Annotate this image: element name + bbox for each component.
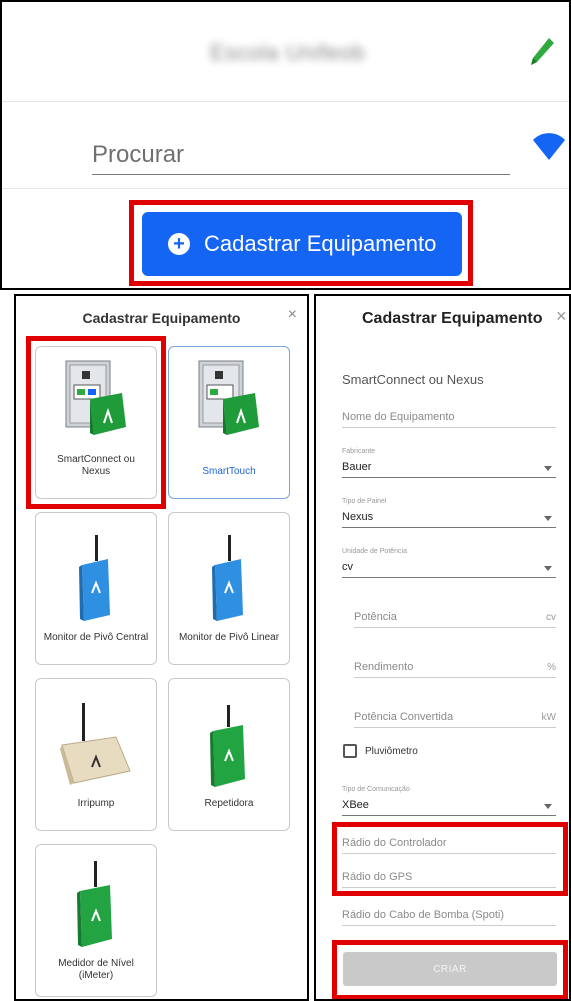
irripump-device-icon — [60, 703, 131, 785]
close-icon[interactable]: × — [288, 306, 297, 324]
card-irripump[interactable]: Irripump — [35, 678, 157, 831]
card-label: Irripump — [77, 798, 115, 809]
smarttouch-panel-icon — [198, 360, 259, 435]
radio-gps-placeholder: Rádio do GPS — [342, 871, 413, 883]
register-highlight: + Cadastrar Equipamento — [129, 200, 473, 286]
radio-controlador-placeholder: Rádio do Controlador — [342, 837, 447, 849]
potencia-unit: cv — [546, 612, 556, 623]
school-name: Escola Unifeob — [210, 40, 365, 65]
smartconnect-panel-icon — [65, 360, 126, 435]
search-input[interactable] — [92, 135, 510, 175]
chevron-down-icon — [544, 566, 552, 571]
pluviometro-checkbox[interactable]: Pluviômetro — [343, 744, 418, 758]
equipment-name-placeholder: Nome do Equipamento — [342, 411, 455, 423]
dialog-title: Cadastrar Equipamento — [82, 310, 241, 326]
fabricante-label: Fabricante — [342, 448, 376, 455]
rendimento-placeholder: Rendimento — [354, 661, 414, 673]
rendimento-input[interactable]: Rendimento % — [354, 654, 556, 678]
equipment-type-dialog: Cadastrar Equipamento × SmartConnect ou … — [14, 294, 309, 1001]
register-equipment-button[interactable]: + Cadastrar Equipamento — [142, 212, 462, 276]
search-row — [2, 103, 569, 189]
card-smartconnect[interactable]: SmartConnect ou Nexus — [35, 346, 157, 499]
pluviometro-label: Pluviômetro — [365, 745, 418, 757]
painel-value: Nexus — [342, 511, 374, 523]
blue-monitor-device-icon — [212, 535, 243, 621]
pencil-icon[interactable] — [529, 36, 555, 70]
convertida-placeholder: Potência Convertida — [354, 711, 454, 723]
card-label: SmartConnect ou Nexus — [57, 454, 135, 477]
potencia-convertida-input[interactable]: Potência Convertida kW — [354, 704, 556, 728]
green-repeater-device-icon — [210, 705, 245, 787]
convertida-unit: kW — [541, 712, 556, 723]
painel-label: Tipo de Painel — [342, 498, 387, 505]
fabricante-select[interactable]: Bauer — [342, 456, 556, 478]
equipment-name-input[interactable]: Nome do Equipamento — [342, 404, 556, 428]
comunicacao-select[interactable]: XBee — [342, 794, 556, 816]
close-icon[interactable]: × — [556, 306, 567, 327]
rendimento-unit: % — [547, 662, 556, 673]
equipment-form-dialog: Cadastrar Equipamento × SmartConnect ou … — [314, 294, 571, 1001]
comunicacao-value: XBee — [342, 799, 369, 811]
potencia-placeholder: Potência — [354, 611, 397, 623]
card-monitor-pivo-central[interactable]: Monitor de Pivô Central — [35, 512, 157, 665]
criar-button[interactable]: CRIAR — [343, 952, 557, 986]
unidade-label: Unidade de Potência — [342, 548, 407, 555]
chevron-down-icon — [544, 516, 552, 521]
card-monitor-pivo-linear[interactable]: Monitor de Pivô Linear — [168, 512, 290, 665]
unidade-select[interactable]: cv — [342, 556, 556, 578]
blue-monitor-device-icon — [79, 535, 110, 621]
chevron-down-icon — [544, 804, 552, 809]
unidade-value: cv — [342, 561, 353, 573]
green-imeter-device-icon — [77, 861, 112, 947]
register-equipment-label: Cadastrar Equipamento — [204, 231, 437, 256]
card-label: Monitor de Pivô Central — [43, 632, 149, 643]
radio-bomba-placeholder: Rádio do Cabo de Bomba (Spoti) — [342, 909, 505, 921]
radio-cabo-bomba-input[interactable]: Rádio do Cabo de Bomba (Spoti) — [342, 902, 556, 926]
card-label: SmartTouch — [202, 466, 256, 477]
form-subtitle: SmartConnect ou Nexus — [342, 372, 484, 387]
card-label: Monitor de Pivô Linear — [178, 632, 280, 643]
card-label: Repetidora — [204, 798, 254, 809]
card-label: Medidor de Nível (iMeter) — [58, 958, 134, 981]
fabricante-value: Bauer — [342, 461, 372, 473]
wifi-icon[interactable] — [532, 128, 566, 164]
radio-controlador-input[interactable]: Rádio do Controlador — [342, 830, 556, 854]
chevron-down-icon — [544, 466, 552, 471]
comunicacao-label: Tipo de Comunicação — [342, 786, 410, 793]
plus-icon: + — [168, 233, 190, 255]
checkbox-box[interactable] — [343, 744, 357, 758]
potencia-input[interactable]: Potência cv — [354, 604, 556, 628]
top-panel: Escola Unifeob + Cadastrar Equipamento — [0, 0, 571, 290]
card-smarttouch[interactable]: SmartTouch — [168, 346, 290, 499]
form-title: Cadastrar Equipamento — [362, 310, 543, 327]
app-header: Escola Unifeob — [2, 2, 569, 102]
card-repetidora[interactable]: Repetidora — [168, 678, 290, 831]
painel-select[interactable]: Nexus — [342, 506, 556, 528]
radio-gps-input[interactable]: Rádio do GPS — [342, 864, 556, 888]
card-medidor-nivel[interactable]: Medidor de Nível (iMeter) — [35, 844, 157, 997]
